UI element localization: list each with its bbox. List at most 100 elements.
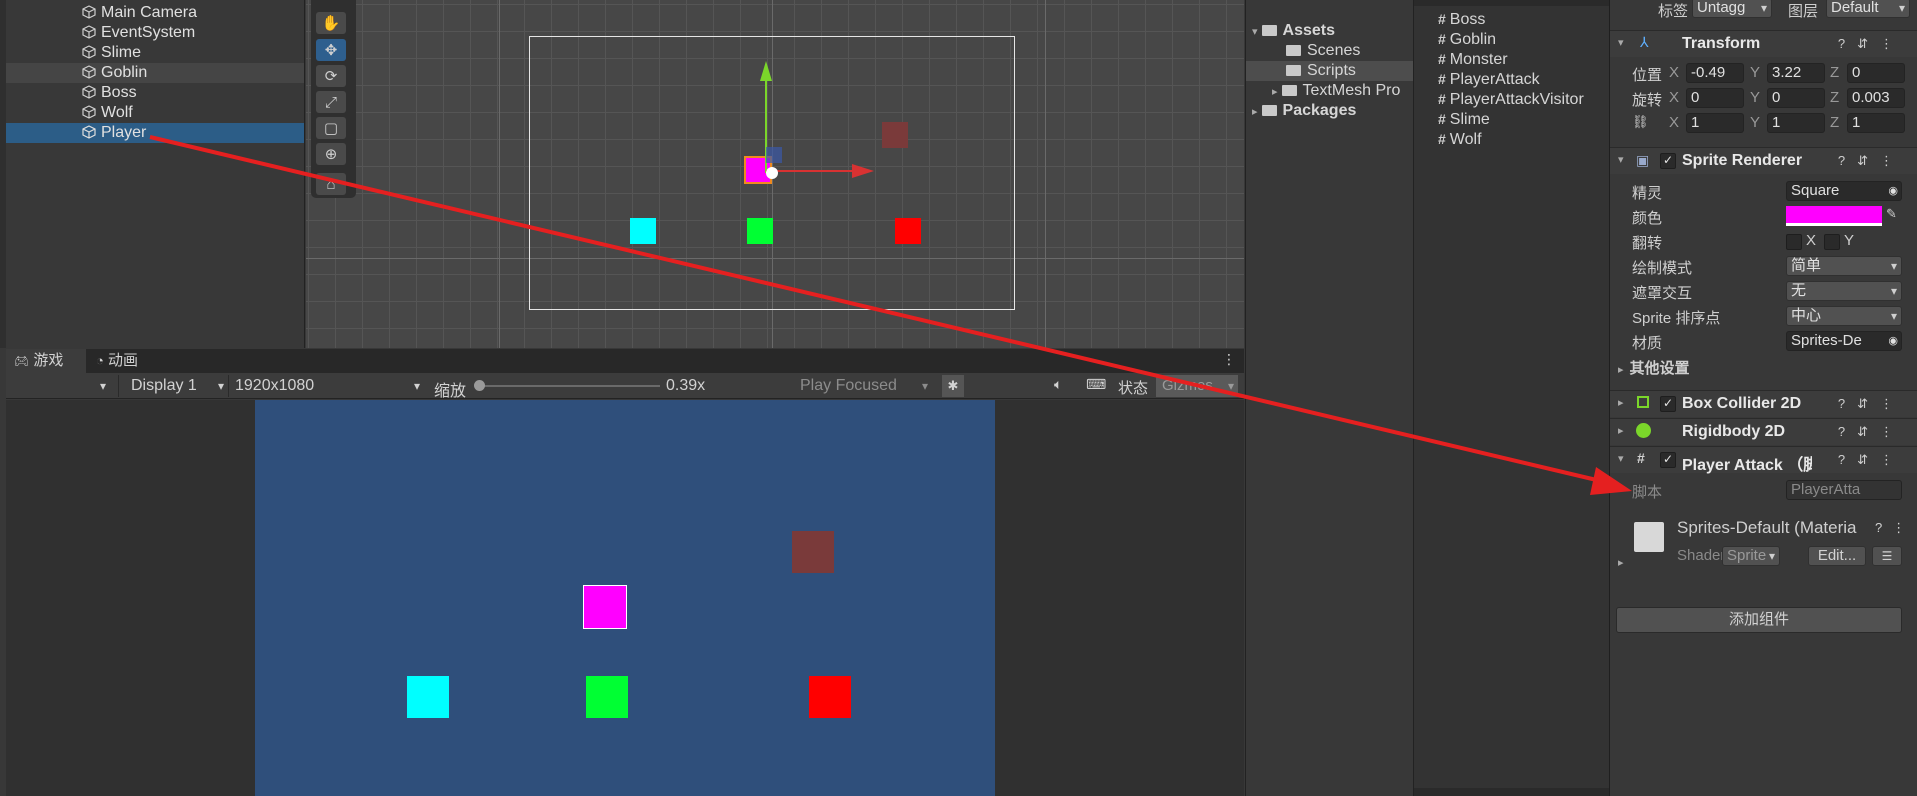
material-field[interactable]: Sprites-De ◉	[1786, 331, 1902, 351]
folder-packages[interactable]: ▸ Packages	[1252, 101, 1356, 121]
draw-mode-dropdown[interactable]: 简单	[1786, 256, 1902, 276]
gamepad-icon: 🎮︎	[14, 354, 30, 368]
tab-game[interactable]: 🎮︎ 游戏	[6, 349, 86, 373]
folder-scripts[interactable]: Scripts	[1286, 61, 1356, 81]
player-attack-enabled-checkbox[interactable]: ✓	[1660, 452, 1676, 468]
rotation-z-field[interactable]: 0.003	[1847, 88, 1905, 108]
transform-header[interactable]: ▾ ⅄ Transform ?⇵⋮	[1610, 30, 1917, 57]
play-mode-dropdown[interactable]: Play Focused ▾	[800, 375, 940, 397]
script-file[interactable]: # Goblin	[1438, 29, 1496, 49]
move-gizmo[interactable]	[746, 55, 886, 185]
color-swatch[interactable]	[1786, 206, 1882, 226]
hierarchy-item[interactable]: Slime	[82, 43, 141, 63]
audio-icon[interactable]: 🔈︎	[1054, 376, 1062, 393]
hierarchy-item-label: Player	[101, 124, 147, 141]
scale-tool-icon[interactable]: ⤢	[316, 91, 346, 113]
scene-view[interactable]	[306, 0, 1244, 348]
layer-dropdown[interactable]: Default	[1826, 0, 1910, 18]
box-collider-header[interactable]: ▸ ✓ Box Collider 2D ?⇵⋮	[1610, 390, 1917, 417]
eyedropper-icon[interactable]: ✎	[1886, 206, 1897, 222]
shader-dropdown[interactable]: Sprite	[1722, 546, 1780, 566]
script-file[interactable]: # Wolf	[1438, 129, 1482, 149]
rotation-x-field[interactable]: 0	[1686, 88, 1744, 108]
script-file[interactable]: # PlayerAttack	[1438, 69, 1540, 89]
hierarchy-item-player[interactable]: Player	[82, 123, 146, 143]
display-dropdown[interactable]: Display 1 ▾	[118, 375, 228, 397]
folder-assets[interactable]: ▾ Assets	[1252, 21, 1335, 41]
position-y-field[interactable]: 3.22	[1767, 63, 1825, 83]
hierarchy-item[interactable]: Goblin	[82, 63, 147, 83]
scene-slime[interactable]	[630, 218, 656, 244]
script-file[interactable]: # PlayerAttackVisitor	[1438, 89, 1584, 109]
sprite-renderer-header[interactable]: ▾ ▣ ✓ Sprite Renderer ?⇵⋮	[1610, 147, 1917, 174]
rigidbody-header[interactable]: ▸ Rigidbody 2D ?⇵⋮	[1610, 418, 1917, 445]
rect-tool-icon[interactable]: ▢	[316, 117, 346, 139]
rotation-y-field[interactable]: 0	[1767, 88, 1825, 108]
hand-tool-icon[interactable]: ✋	[316, 12, 346, 34]
rotate-tool-icon[interactable]: ⟳	[316, 65, 346, 87]
resolution-dropdown[interactable]: 1920x1080 ▾	[228, 375, 424, 397]
script-hash-icon: #	[1438, 131, 1446, 147]
sprite-field[interactable]: Square ◉	[1786, 181, 1902, 201]
scale-slider-handle[interactable]	[474, 380, 485, 391]
shader-options-icon[interactable]: ☰	[1872, 546, 1902, 566]
mask-interaction-dropdown[interactable]: 无	[1786, 281, 1902, 301]
scale-link-icon[interactable]: ⛓︎	[1632, 114, 1649, 130]
transform-tool-icon[interactable]: ⊕	[316, 143, 346, 165]
game-selector-dropdown[interactable]: ▾	[100, 379, 106, 393]
material-menu-icons[interactable]: ?⋮	[1875, 520, 1915, 536]
object-picker-icon[interactable]: ◉	[1888, 182, 1898, 200]
scene-goblin[interactable]	[747, 218, 773, 244]
bug-icon[interactable]: ✱	[942, 375, 964, 397]
add-component-button[interactable]: 添加组件	[1616, 607, 1902, 633]
hierarchy-scrollbar-left	[0, 0, 6, 348]
box-collider-enabled-checkbox[interactable]: ✓	[1660, 396, 1676, 412]
gizmos-button[interactable]: Gizmos ▾	[1156, 375, 1238, 397]
more-menu-icon[interactable]: ⋮	[1222, 351, 1236, 368]
hierarchy-item-label: Wolf	[101, 104, 133, 121]
scene-boss[interactable]	[895, 218, 921, 244]
component-menu-icons[interactable]: ?⇵⋮	[1838, 36, 1905, 52]
tag-dropdown[interactable]: Untagg	[1692, 0, 1772, 18]
player-attack-title: Player Attack （脚本	[1682, 457, 1812, 474]
component-menu-icons[interactable]: ?⇵⋮	[1838, 153, 1905, 169]
component-menu-icons[interactable]: ?⇵⋮	[1838, 452, 1905, 468]
hierarchy-item[interactable]: EventSystem	[82, 23, 195, 43]
chevron-down-icon: ▾	[1227, 379, 1234, 393]
files-bottom-scrollbar[interactable]	[1414, 788, 1610, 796]
material-foldout-arrow[interactable]: ▸	[1618, 556, 1624, 569]
edit-shader-button[interactable]: Edit...	[1808, 546, 1866, 566]
hierarchy-item[interactable]: Boss	[82, 83, 137, 103]
script-file[interactable]: # Monster	[1438, 49, 1508, 69]
move-tool-icon[interactable]: ✥	[316, 39, 346, 61]
position-z-field[interactable]: 0	[1847, 63, 1905, 83]
tab-animation[interactable]: ◔ 动画	[96, 349, 138, 373]
folder-textmesh[interactable]: ▸ TextMesh Pro	[1272, 81, 1400, 101]
scale-z-field[interactable]: 1	[1847, 113, 1905, 133]
custom-tool-icon[interactable]: ⌂	[316, 173, 346, 195]
sort-point-dropdown[interactable]: 中心	[1786, 306, 1902, 326]
game-view[interactable]	[6, 400, 1244, 796]
hierarchy-item[interactable]: Wolf	[82, 103, 133, 123]
position-x-field[interactable]: -0.49	[1686, 63, 1744, 83]
script-file[interactable]: # Slime	[1438, 109, 1490, 129]
component-menu-icons[interactable]: ?⇵⋮	[1838, 396, 1905, 412]
chevron-down-icon: ▾	[1618, 154, 1624, 166]
keyboard-icon[interactable]: ⌨	[1086, 376, 1106, 393]
component-menu-icons[interactable]: ?⇵⋮	[1838, 424, 1905, 440]
hierarchy-item[interactable]: Main Camera	[82, 3, 197, 23]
other-settings-foldout[interactable]: ▸ 其他设置	[1618, 357, 1690, 378]
scale-y-field[interactable]: 1	[1767, 113, 1825, 133]
scale-slider-track[interactable]	[478, 385, 660, 387]
script-file[interactable]: # Boss	[1438, 9, 1485, 29]
game-player	[583, 585, 627, 629]
stats-button[interactable]: 状态	[1118, 377, 1148, 398]
folder-scenes[interactable]: Scenes	[1286, 41, 1360, 61]
flip-x-checkbox[interactable]	[1786, 234, 1802, 250]
sprite-renderer-enabled-checkbox[interactable]: ✓	[1660, 153, 1676, 169]
folder-scenes-label: Scenes	[1307, 42, 1361, 59]
flip-y-checkbox[interactable]	[1824, 234, 1840, 250]
player-attack-header[interactable]: ▾ # ✓ Player Attack （脚本 ?⇵⋮	[1610, 446, 1917, 474]
object-picker-icon[interactable]: ◉	[1888, 332, 1898, 350]
scale-x-field[interactable]: 1	[1686, 113, 1744, 133]
